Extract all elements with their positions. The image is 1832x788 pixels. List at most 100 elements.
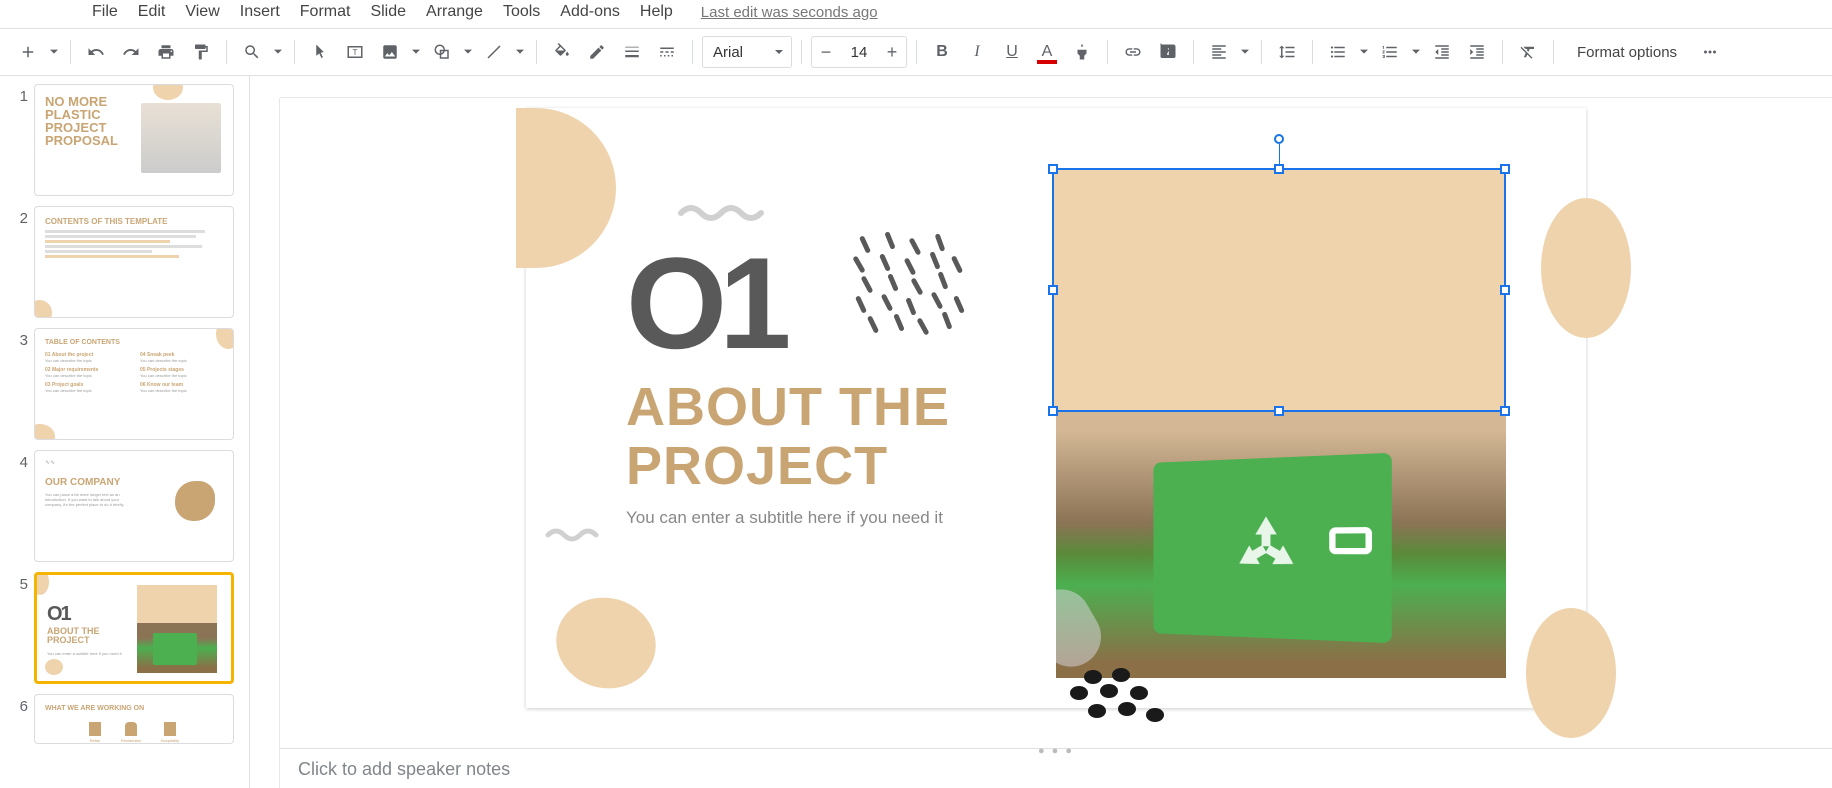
- slide-number-heading[interactable]: O1: [626, 238, 783, 368]
- menu-arrange[interactable]: Arrange: [416, 0, 493, 25]
- last-edit-link[interactable]: Last edit was seconds ago: [701, 4, 878, 21]
- thumb-number: 1: [10, 84, 28, 105]
- image-dropdown[interactable]: [409, 36, 423, 68]
- recycle-bin-graphic: [1153, 453, 1391, 644]
- align-button[interactable]: [1203, 36, 1235, 68]
- slide-thumbnail-5[interactable]: O1 ABOUT THEPROJECT You can enter a subt…: [34, 572, 234, 684]
- zoom-dropdown[interactable]: [271, 36, 285, 68]
- bulleted-list-button[interactable]: [1322, 36, 1354, 68]
- paint-format-button[interactable]: [185, 36, 217, 68]
- shape-dropdown[interactable]: [461, 36, 475, 68]
- menu-file[interactable]: File: [82, 0, 128, 25]
- horizontal-ruler[interactable]: [280, 76, 1832, 98]
- rotate-handle[interactable]: [1274, 134, 1284, 144]
- resize-handle-br[interactable]: [1500, 406, 1510, 416]
- indent-decrease-button[interactable]: [1426, 36, 1458, 68]
- underline-button[interactable]: U: [996, 36, 1028, 68]
- decoration-blob: [516, 108, 616, 268]
- zoom-button[interactable]: [236, 36, 268, 68]
- line-spacing-button[interactable]: [1271, 36, 1303, 68]
- slide-subtitle[interactable]: You can enter a subtitle here if you nee…: [626, 508, 943, 528]
- line-dropdown[interactable]: [513, 36, 527, 68]
- undo-button[interactable]: [80, 36, 112, 68]
- slide-thumbnail-panel[interactable]: 1 NO MORE PLASTIC PROJECT PROPOSAL 2 CON…: [0, 76, 250, 788]
- indent-increase-button[interactable]: [1461, 36, 1493, 68]
- menu-tools[interactable]: Tools: [493, 0, 550, 25]
- resize-handle-bl[interactable]: [1048, 406, 1058, 416]
- format-options-button[interactable]: Format options: [1563, 36, 1691, 68]
- resize-handle-tr[interactable]: [1500, 164, 1510, 174]
- clear-formatting-button[interactable]: [1512, 36, 1544, 68]
- shape-button[interactable]: [426, 36, 458, 68]
- fill-color-button[interactable]: [546, 36, 578, 68]
- highlight-button[interactable]: [1066, 36, 1098, 68]
- bold-button[interactable]: B: [926, 36, 958, 68]
- canvas-area: O1 About theProject You can enter a subt…: [250, 76, 1832, 788]
- resize-handle-mr[interactable]: [1500, 285, 1510, 295]
- slide-stage[interactable]: O1 About theProject You can enter a subt…: [280, 98, 1832, 748]
- menu-insert[interactable]: Insert: [230, 0, 290, 25]
- more-button[interactable]: [1694, 36, 1726, 68]
- toolbar: T Arial − + B I U A Format options: [0, 28, 1832, 76]
- align-dropdown[interactable]: [1238, 36, 1252, 68]
- font-size-decrease[interactable]: −: [812, 37, 840, 67]
- thumb-number: 2: [10, 206, 28, 227]
- decoration-blob: [546, 587, 666, 700]
- selection-outline: [1052, 168, 1506, 412]
- recycle-icon: [1222, 502, 1311, 594]
- slide-thumbnail-3[interactable]: TABLE OF CONTENTS 01 About the projectYo…: [34, 328, 234, 440]
- slide-thumbnail-1[interactable]: NO MORE PLASTIC PROJECT PROPOSAL: [34, 84, 234, 196]
- slide-canvas[interactable]: O1 About theProject You can enter a subt…: [526, 108, 1586, 708]
- slide-thumbnail-6[interactable]: WHAT WE ARE WORKING ON Retail Residentia…: [34, 694, 234, 744]
- image-button[interactable]: [374, 36, 406, 68]
- resize-handle-ml[interactable]: [1048, 285, 1058, 295]
- italic-button[interactable]: I: [961, 36, 993, 68]
- thumb-number: 4: [10, 450, 28, 471]
- speaker-notes[interactable]: ● ● ● Click to add speaker notes: [280, 748, 1832, 788]
- border-weight-button[interactable]: [616, 36, 648, 68]
- textbox-button[interactable]: T: [339, 36, 371, 68]
- squiggle-decoration: [544, 523, 604, 545]
- menu-format[interactable]: Format: [290, 0, 361, 25]
- new-slide-button[interactable]: [12, 36, 44, 68]
- decoration-blob: [1526, 608, 1616, 738]
- menu-addons[interactable]: Add-ons: [550, 0, 630, 25]
- menu-bar: File Edit View Insert Format Slide Arran…: [0, 0, 1832, 28]
- resize-handle-bm[interactable]: [1274, 406, 1284, 416]
- link-button[interactable]: [1117, 36, 1149, 68]
- text-color-button[interactable]: A: [1031, 36, 1063, 68]
- squiggle-decoration: [676, 198, 766, 228]
- menu-help[interactable]: Help: [630, 0, 683, 25]
- font-size-input[interactable]: [840, 44, 878, 61]
- svg-text:T: T: [352, 48, 357, 57]
- thumb-number: 3: [10, 328, 28, 349]
- print-button[interactable]: [150, 36, 182, 68]
- select-tool[interactable]: [304, 36, 336, 68]
- new-slide-dropdown[interactable]: [47, 36, 61, 68]
- menu-edit[interactable]: Edit: [128, 0, 176, 25]
- bottle-graphic: [1056, 578, 1112, 677]
- vertical-ruler[interactable]: [250, 98, 280, 788]
- numbered-list-dropdown[interactable]: [1409, 36, 1423, 68]
- dashes-decoration: [846, 238, 966, 348]
- numbered-list-button[interactable]: [1374, 36, 1406, 68]
- resize-handle-tm[interactable]: [1274, 164, 1284, 174]
- font-family-select[interactable]: Arial: [702, 36, 792, 68]
- line-button[interactable]: [478, 36, 510, 68]
- border-dash-button[interactable]: [651, 36, 683, 68]
- menu-slide[interactable]: Slide: [360, 0, 416, 25]
- resize-handle-tl[interactable]: [1048, 164, 1058, 174]
- bin-handle: [1329, 527, 1372, 554]
- decoration-blob: [1541, 198, 1631, 338]
- font-size-increase[interactable]: +: [878, 37, 906, 67]
- slide-title[interactable]: About theProject: [626, 378, 950, 497]
- slide-thumbnail-2[interactable]: CONTENTS OF THIS TEMPLATE: [34, 206, 234, 318]
- font-size-group: − +: [811, 36, 907, 68]
- bulleted-list-dropdown[interactable]: [1357, 36, 1371, 68]
- notes-resize-grip[interactable]: ● ● ●: [1038, 745, 1074, 757]
- comment-button[interactable]: [1152, 36, 1184, 68]
- redo-button[interactable]: [115, 36, 147, 68]
- menu-view[interactable]: View: [175, 0, 229, 25]
- border-color-button[interactable]: [581, 36, 613, 68]
- slide-thumbnail-4[interactable]: ∿∿ OUR COMPANY You can place a bit more …: [34, 450, 234, 562]
